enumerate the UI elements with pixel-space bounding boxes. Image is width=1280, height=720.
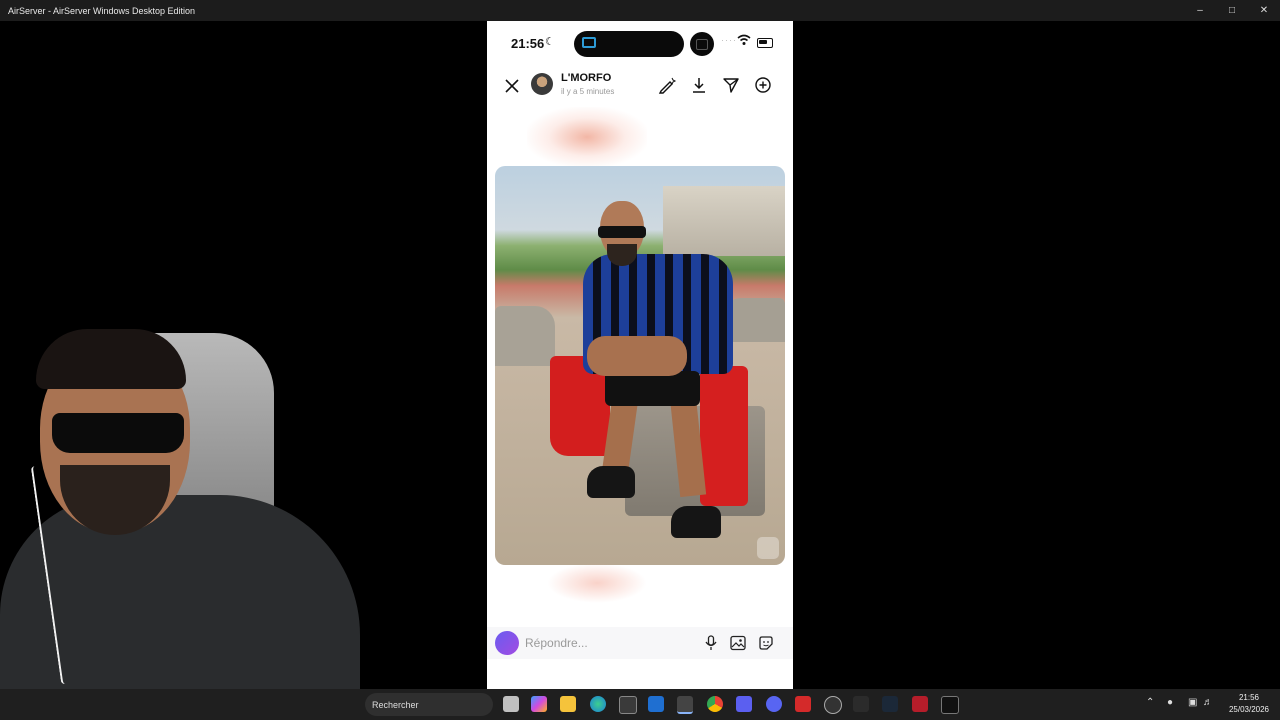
window-title-bar: AirServer - AirServer Windows Desktop Ed… [0, 0, 1280, 21]
story-photo[interactable] [495, 166, 785, 565]
moon-icon: ☾ [545, 36, 555, 48]
close-window-button[interactable]: ✕ [1248, 0, 1280, 21]
windows-taskbar: Rechercher ⌃ ● ▣ ♬ 21:56 25/03/2026 [0, 689, 1280, 720]
microphone-icon[interactable] [701, 633, 721, 653]
avatar[interactable] [531, 73, 553, 95]
post-time: il y a 5 minutes [561, 87, 615, 96]
story-header: L'MORFO il y a 5 minutes [487, 65, 793, 105]
blurred-sticker-bottom [547, 563, 647, 603]
status-bar: 21:56 ☾ ···· [487, 21, 793, 65]
adobe-icon[interactable] [795, 696, 811, 712]
draw-icon[interactable] [657, 75, 677, 95]
reply-bar [487, 627, 793, 659]
webcam-overlay [0, 325, 370, 720]
camera-icon[interactable] [495, 631, 519, 655]
phone-screen: 21:56 ☾ ···· L'MORFO il y a 5 minutes [487, 21, 793, 689]
maximize-button[interactable]: □ [1216, 0, 1248, 21]
reply-input[interactable] [525, 627, 675, 659]
sticker-icon[interactable] [756, 633, 776, 653]
app-icon[interactable] [853, 696, 869, 712]
minimize-button[interactable]: – [1184, 0, 1216, 21]
add-reaction-icon[interactable] [753, 75, 773, 95]
copilot-icon[interactable] [531, 696, 547, 712]
app-icon-2[interactable] [912, 696, 928, 712]
username[interactable]: L'MORFO [561, 72, 611, 84]
dynamic-island [574, 31, 684, 57]
chevron-up-icon[interactable]: ⌃ [1146, 697, 1154, 708]
screen-mirroring-icon [582, 37, 596, 48]
game-icon[interactable] [736, 696, 752, 712]
discord-icon[interactable] [766, 696, 782, 712]
download-icon[interactable] [689, 75, 709, 95]
obs-icon[interactable] [824, 696, 842, 714]
chrome-icon[interactable] [707, 696, 723, 712]
file-explorer-icon[interactable] [560, 696, 576, 712]
send-icon[interactable] [721, 75, 741, 95]
wifi-icon [737, 34, 751, 45]
task-view-icon[interactable] [503, 696, 519, 712]
app-icon-3[interactable] [941, 696, 959, 714]
status-time: 21:56 [511, 36, 545, 51]
window-title: AirServer - AirServer Windows Desktop Ed… [8, 5, 196, 16]
network-icon[interactable]: ▣ [1188, 697, 1197, 708]
screen-recording-indicator [690, 32, 714, 56]
outlook-icon[interactable] [648, 696, 664, 712]
gallery-icon[interactable] [728, 633, 748, 653]
blurred-sticker [527, 107, 647, 167]
visual-lookup-icon[interactable] [757, 537, 779, 559]
sunglasses [52, 413, 184, 453]
airserver-icon[interactable] [677, 696, 693, 714]
clock-date: 25/03/2026 [1228, 705, 1270, 714]
steam-icon[interactable] [882, 696, 898, 712]
store-icon[interactable] [619, 696, 637, 714]
volume-icon[interactable]: ♬ [1203, 697, 1213, 708]
close-icon[interactable] [503, 77, 521, 95]
clock-time: 21:56 [1238, 693, 1260, 702]
microphone-tray-icon[interactable]: ● [1167, 697, 1173, 708]
taskbar-search[interactable]: Rechercher [365, 693, 493, 716]
taskbar-clock[interactable]: 21:56 25/03/2026 [1220, 692, 1278, 716]
signal-dots-icon: ···· [721, 35, 737, 45]
battery-icon [757, 38, 773, 48]
edge-icon[interactable] [590, 696, 606, 712]
